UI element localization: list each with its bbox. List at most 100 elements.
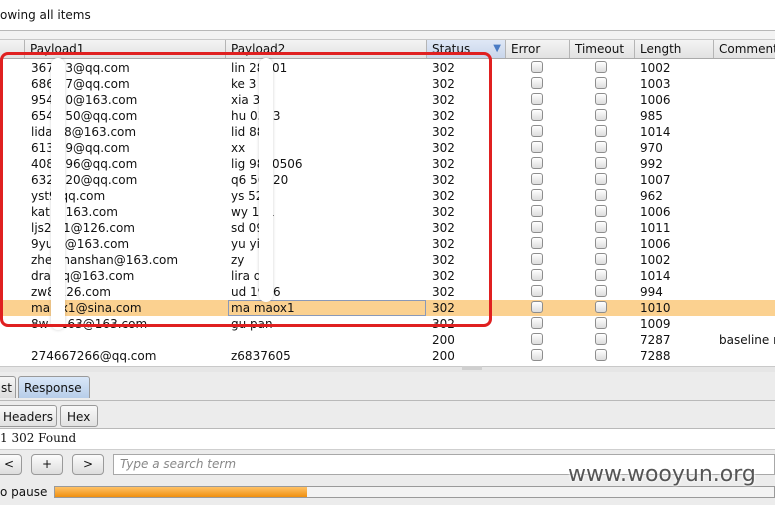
column-header-comment[interactable]: Comment	[714, 40, 775, 58]
timeout-checkbox[interactable]	[595, 93, 607, 105]
table-row[interactable]: kat @163.com wy 161 302 1006	[0, 204, 775, 220]
previous-button[interactable]: <	[0, 454, 22, 475]
error-checkbox[interactable]	[531, 173, 543, 185]
table-row[interactable]: 9yu n@163.com yu yi8 302 1006	[0, 236, 775, 252]
table-row[interactable]: ljs2 31@126.com sd 093 302 1011	[0, 220, 775, 236]
cell-status: 302	[432, 237, 455, 251]
error-checkbox[interactable]	[531, 333, 543, 345]
table-row[interactable]: ma ox1@sina.com ma maox1 302 1010	[0, 300, 775, 316]
tab-hex[interactable]: Hex	[60, 405, 98, 427]
tab-request[interactable]: st	[0, 376, 16, 398]
error-checkbox[interactable]	[531, 109, 543, 121]
timeout-checkbox[interactable]	[595, 221, 607, 233]
table-row[interactable]: 654 750@qq.com hu 0313 302 985	[0, 108, 775, 124]
scrollbar-thumb[interactable]	[462, 366, 482, 370]
error-checkbox[interactable]	[531, 285, 543, 297]
redaction-mask	[259, 58, 273, 302]
timeout-checkbox[interactable]	[595, 125, 607, 137]
table-row[interactable]: 632 520@qq.comq6 565203021007	[0, 172, 775, 188]
cell-comment	[719, 92, 775, 108]
timeout-checkbox[interactable]	[595, 109, 607, 121]
timeout-checkbox[interactable]	[595, 269, 607, 281]
table-row[interactable]: 367 03@qq.comlin 281013021002	[0, 60, 775, 76]
cell-length: 994	[640, 285, 663, 299]
cell-comment	[719, 268, 775, 284]
results-table[interactable]: Payload1 Payload2 Status ▼ Error Timeout…	[0, 40, 775, 366]
table-row[interactable]: yst9 qq.com ys 522 302 962	[0, 188, 775, 204]
cell-comment	[719, 108, 775, 124]
column-header-error[interactable]: Error	[506, 40, 570, 58]
cell-length: 992	[640, 157, 663, 171]
error-checkbox[interactable]	[531, 141, 543, 153]
table-row[interactable]: dra qq@163.com lira d 302 1014	[0, 268, 775, 284]
timeout-checkbox[interactable]	[595, 301, 607, 313]
timeout-checkbox[interactable]	[595, 157, 607, 169]
table-body: 367 03@qq.comlin 281013021002686 17@qq.c…	[0, 60, 775, 364]
column-header-payload2[interactable]: Payload2	[226, 40, 427, 58]
column-header-index[interactable]	[0, 40, 25, 58]
timeout-checkbox[interactable]	[595, 285, 607, 297]
error-checkbox[interactable]	[531, 93, 543, 105]
cell-status: 302	[432, 301, 455, 315]
cell-length: 1010	[640, 301, 671, 315]
timeout-checkbox[interactable]	[595, 237, 607, 249]
error-checkbox[interactable]	[531, 125, 543, 137]
cell-status: 302	[432, 221, 455, 235]
timeout-checkbox[interactable]	[595, 253, 607, 265]
error-checkbox[interactable]	[531, 77, 543, 89]
table-row[interactable]: 408 996@qq.com lig 9870506 302 992	[0, 156, 775, 172]
splitter[interactable]	[0, 31, 775, 40]
table-row[interactable]: 274667266@qq.com z6837605 200 7288	[0, 348, 775, 364]
cell-length: 1009	[640, 317, 671, 331]
error-checkbox[interactable]	[531, 189, 543, 201]
error-checkbox[interactable]	[531, 237, 543, 249]
cell-payload2: ma maox1	[228, 300, 426, 316]
timeout-checkbox[interactable]	[595, 349, 607, 361]
error-checkbox[interactable]	[531, 301, 543, 313]
cell-length: 7288	[640, 349, 671, 363]
cell-status: 302	[432, 285, 455, 299]
error-checkbox[interactable]	[531, 269, 543, 281]
response-viewer[interactable]: 1 302 Found	[0, 429, 775, 449]
timeout-checkbox[interactable]	[595, 317, 607, 329]
cell-comment	[719, 252, 775, 268]
filter-bar[interactable]: owing all items	[0, 0, 775, 31]
add-button[interactable]: +	[31, 454, 63, 475]
tab-response[interactable]: Response	[18, 376, 90, 398]
column-header-status[interactable]: Status ▼	[427, 40, 506, 58]
table-row[interactable]: 8w 8163@163.com gu pan 302 1009	[0, 316, 775, 332]
error-checkbox[interactable]	[531, 221, 543, 233]
timeout-checkbox[interactable]	[595, 77, 607, 89]
timeout-checkbox[interactable]	[595, 61, 607, 73]
timeout-checkbox[interactable]	[595, 189, 607, 201]
progress-bar	[54, 486, 775, 498]
cell-status: 302	[432, 317, 455, 331]
timeout-checkbox[interactable]	[595, 141, 607, 153]
sort-descending-icon: ▼	[493, 43, 501, 54]
timeout-checkbox[interactable]	[595, 333, 607, 345]
table-row[interactable]: zw8 126.com ud 1986 302 994	[0, 284, 775, 300]
next-button[interactable]: >	[72, 454, 104, 475]
column-header-length[interactable]: Length	[635, 40, 714, 58]
error-checkbox[interactable]	[531, 205, 543, 217]
column-header-timeout[interactable]: Timeout	[570, 40, 635, 58]
table-row[interactable]: zhe shanshan@163.com zy 302 1002	[0, 252, 775, 268]
timeout-checkbox[interactable]	[595, 205, 607, 217]
error-checkbox[interactable]	[531, 253, 543, 265]
cell-length: 1002	[640, 253, 671, 267]
error-checkbox[interactable]	[531, 317, 543, 329]
error-checkbox[interactable]	[531, 157, 543, 169]
pause-label[interactable]: o pause	[0, 485, 47, 499]
table-row[interactable]: 954 10@163.com xia 36 302 1006	[0, 92, 775, 108]
column-header-payload1[interactable]: Payload1	[25, 40, 226, 58]
table-row[interactable]: 686 17@qq.com ke 3 302 1003	[0, 76, 775, 92]
cell-comment	[719, 316, 775, 332]
error-checkbox[interactable]	[531, 349, 543, 361]
timeout-checkbox[interactable]	[595, 173, 607, 185]
tab-headers[interactable]: Headers	[0, 405, 57, 427]
table-row[interactable]: 200 7287 baseline r	[0, 332, 775, 348]
table-row[interactable]: 613 59@qq.com xx 302 970	[0, 140, 775, 156]
table-row[interactable]: lida 88@163.com lid 88 302 1014	[0, 124, 775, 140]
error-checkbox[interactable]	[531, 61, 543, 73]
cell-length: 1014	[640, 125, 671, 139]
